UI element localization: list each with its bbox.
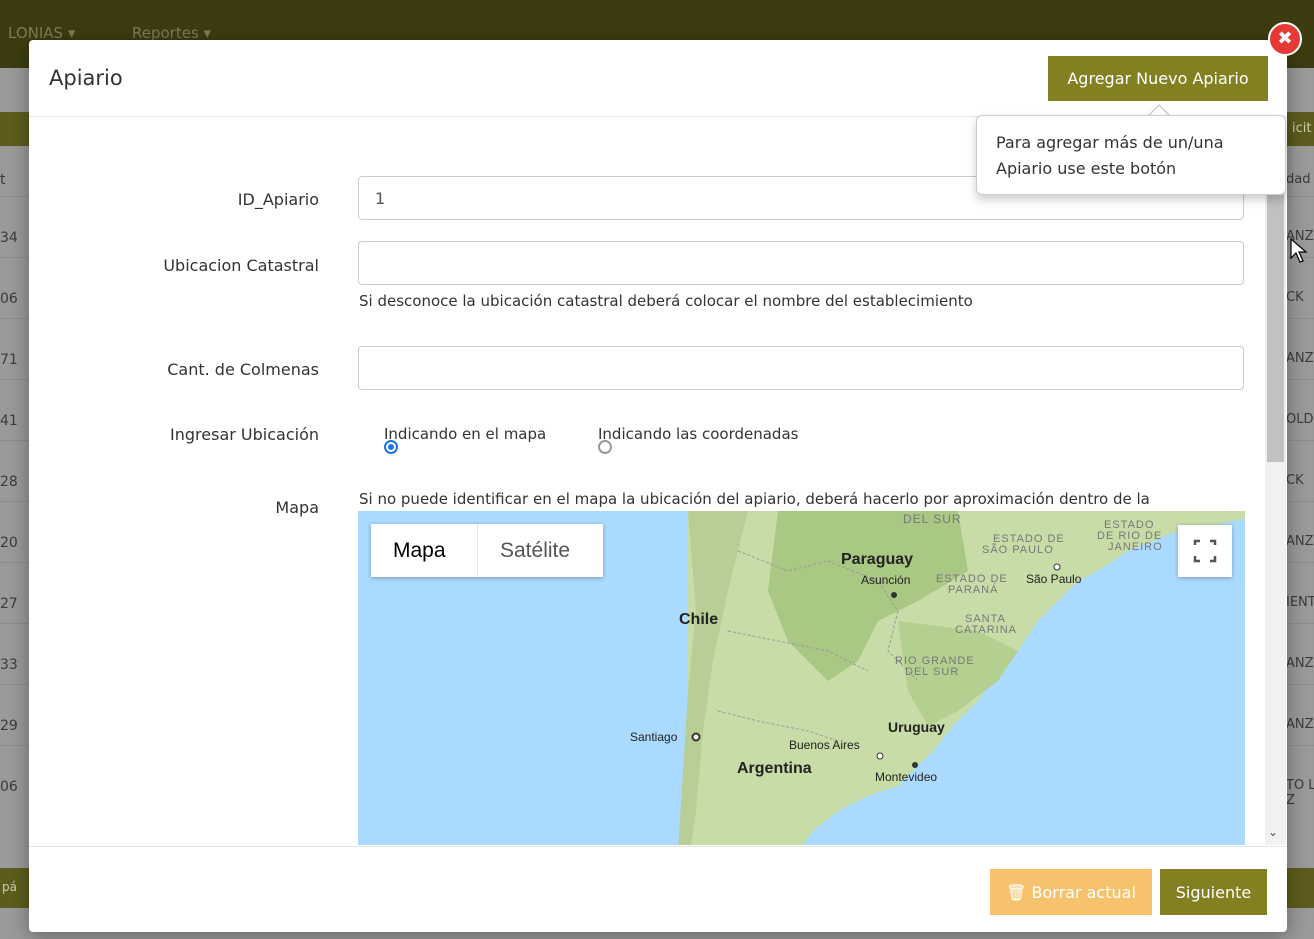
mouse-cursor-icon (1290, 238, 1308, 263)
map-label-buenos-aires: Buenos Aires (789, 738, 860, 752)
map-marker-montevideo (912, 762, 918, 768)
modal-header: Apiario Agregar Nuevo Apiario (29, 40, 1287, 117)
ubicacion-catastral-input[interactable] (358, 241, 1244, 285)
modal-scrollbar-thumb[interactable] (1267, 170, 1284, 462)
bg-cell: CK (1286, 290, 1304, 305)
map-view[interactable]: Mapa Satélite DEL SUR ESTADO DE SÃO PAUL… (358, 511, 1245, 845)
map-type-satellite-button[interactable]: Satélite (500, 524, 570, 577)
bg-cell: ANZ (1286, 656, 1314, 671)
id-apiario-label: ID_Apiario (237, 190, 319, 209)
cant-colmenas-label: Cant. de Colmenas (167, 360, 319, 379)
bg-cell: 41 (0, 413, 18, 429)
map-label-del-sur-top: DEL SUR (903, 512, 962, 526)
close-modal-button[interactable]: ✖ (1268, 22, 1302, 56)
bg-cell: 71 (0, 352, 18, 368)
radio-map-label: Indicando en el mapa (384, 425, 547, 443)
bg-cell: ANZ (1286, 534, 1314, 549)
mapa-label: Mapa (275, 498, 319, 517)
fullscreen-icon (1193, 539, 1217, 563)
radio-map-button[interactable] (384, 440, 398, 454)
bg-cell: dad (1286, 172, 1311, 187)
map-label-estado-pr-2: PARANÁ (948, 584, 999, 596)
ubicacion-help-text: Si desconoce la ubicación catastral debe… (359, 292, 973, 310)
map-label-del-sur: DEL SUR (905, 666, 960, 678)
bg-cell: 27 (0, 596, 18, 612)
modal-body: ID_Apiario Ubicacion Catastral Si descon… (29, 117, 1287, 845)
radio-option-map[interactable]: Indicando en el mapa (384, 424, 547, 454)
bg-cell: ANZ (1286, 717, 1314, 732)
map-label-estado-rj-3: JANEIRO (1108, 541, 1163, 553)
bg-footer-text: pá (2, 880, 17, 894)
radio-coords-button[interactable] (598, 440, 612, 454)
map-type-map-button[interactable]: Mapa (393, 524, 446, 577)
map-type-control: Mapa Satélite (371, 524, 603, 577)
map-label-santiago: Santiago (630, 730, 678, 744)
ubicacion-catastral-label: Ubicacion Catastral (163, 256, 319, 275)
bg-cell: 28 (0, 474, 18, 490)
bg-cell: t (0, 172, 6, 188)
cant-colmenas-input[interactable] (358, 346, 1244, 390)
modal-title: Apiario (49, 66, 123, 90)
bg-cell: IENT (1286, 595, 1314, 610)
modal-footer: 🗑 Borrar actual Siguiente (29, 846, 1287, 932)
radio-coords-label: Indicando las coordenadas (598, 425, 799, 443)
map-fullscreen-button[interactable] (1178, 525, 1232, 577)
bg-cell: 20 (0, 535, 18, 551)
bg-cell: OLD (1286, 412, 1314, 427)
map-label-catarina: CATARINA (955, 624, 1017, 636)
map-marker-buenos-aires (876, 752, 884, 760)
bg-cell: 29 (0, 718, 18, 734)
map-type-divider (477, 524, 478, 577)
next-button[interactable]: Siguiente (1160, 869, 1267, 915)
map-label-chile: Chile (679, 611, 719, 628)
bg-cell: 06 (0, 291, 18, 307)
map-label-montevideo: Montevideo (875, 770, 938, 784)
delete-current-button[interactable]: 🗑 Borrar actual (990, 869, 1152, 915)
map-label-estado-sp-2: SÃO PAULO (982, 544, 1054, 556)
trash-icon: 🗑 (1006, 882, 1027, 902)
map-label-paraguay: Paraguay (841, 551, 914, 568)
delete-current-label: Borrar actual (1031, 882, 1136, 902)
map-marker-santiago (691, 732, 701, 742)
add-apiario-tooltip: Para agregar más de un/una Apiario use e… (976, 115, 1286, 195)
bg-header-cell: icit (1292, 121, 1312, 136)
bg-cell: CK (1286, 473, 1304, 488)
map-label-asuncion: Asunción (861, 573, 911, 587)
radio-option-coordinates[interactable]: Indicando las coordenadas (598, 424, 799, 454)
map-marker-asuncion (891, 592, 897, 598)
close-icon: ✖ (1277, 28, 1293, 49)
bg-cell: 33 (0, 657, 18, 673)
ingresar-ubicacion-label: Ingresar Ubicación (170, 425, 319, 444)
bg-cell: TO L Z (1286, 778, 1314, 808)
bg-cell: 06 (0, 779, 18, 795)
add-new-apiario-button[interactable]: Agregar Nuevo Apiario (1048, 56, 1268, 101)
map-label-uruguay: Uruguay (888, 719, 945, 735)
scroll-down-icon[interactable]: ⌄ (1268, 825, 1278, 839)
bg-cell: 34 (0, 230, 18, 246)
map-label-sao-paulo: São Paulo (1026, 572, 1082, 586)
map-label-argentina: Argentina (737, 760, 812, 777)
bg-cell: ANZ (1286, 351, 1314, 366)
map-marker-sao-paulo (1053, 563, 1061, 571)
